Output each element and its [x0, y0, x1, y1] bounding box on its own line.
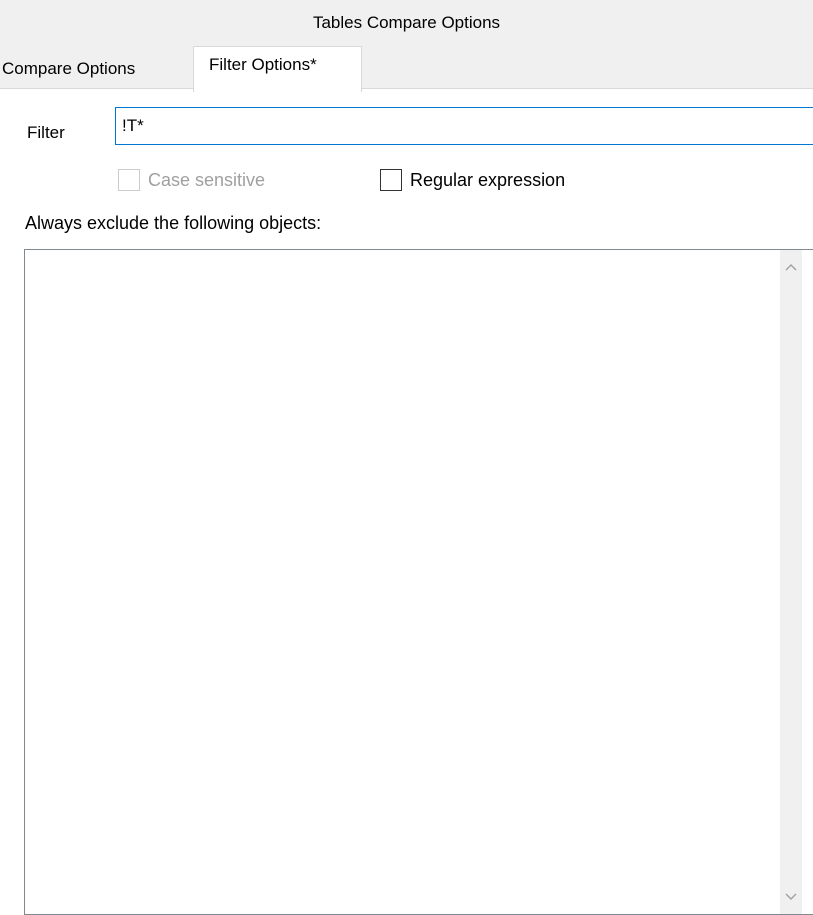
- chevron-up-icon[interactable]: [780, 256, 802, 278]
- regular-expression-checkbox[interactable]: [380, 169, 402, 191]
- chevron-down-icon[interactable]: [780, 886, 802, 908]
- case-sensitive-option[interactable]: Case sensitive: [118, 169, 265, 191]
- window-title: Tables Compare Options: [0, 0, 813, 46]
- tab-strip: Compare Options Filter Options*: [0, 46, 813, 92]
- filter-options-panel: Filter Case sensitive Regular expression…: [0, 88, 813, 915]
- regular-expression-label: Regular expression: [410, 169, 566, 190]
- case-sensitive-checkbox[interactable]: [118, 169, 140, 191]
- vertical-scrollbar[interactable]: [780, 250, 802, 914]
- exclude-objects-label: Always exclude the following objects:: [25, 213, 322, 233]
- filter-label: Filter: [27, 123, 65, 142]
- case-sensitive-label: Case sensitive: [148, 169, 266, 190]
- tab-compare-options[interactable]: Compare Options: [0, 50, 193, 88]
- regular-expression-option[interactable]: Regular expression: [380, 169, 565, 191]
- exclude-objects-list[interactable]: [24, 249, 813, 915]
- filter-input[interactable]: [115, 107, 813, 145]
- tables-compare-options-dialog: Tables Compare Options Compare Options F…: [0, 0, 813, 915]
- tab-filter-options[interactable]: Filter Options*: [193, 46, 362, 92]
